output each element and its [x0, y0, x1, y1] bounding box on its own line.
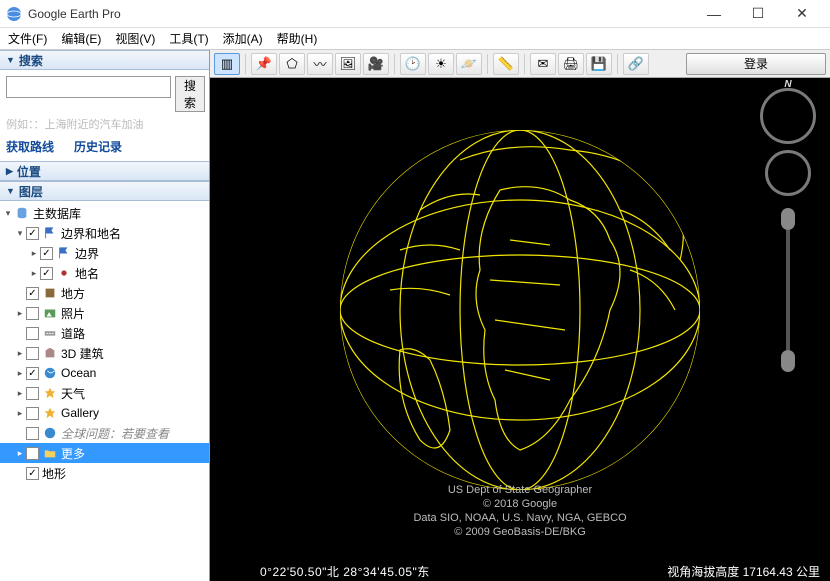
layer-weather[interactable]: 天气 [0, 383, 209, 403]
navigation-controls: N [760, 88, 816, 372]
get-directions-link[interactable]: 获取路线 [6, 138, 54, 155]
checkbox[interactable] [26, 447, 39, 460]
close-button[interactable]: ✕ [780, 0, 824, 28]
layer-3d-buildings[interactable]: 3D 建筑 [0, 343, 209, 363]
globe [310, 100, 730, 520]
zoom-slider[interactable] [786, 230, 790, 350]
sidebar: ▼搜索 搜索 例如：：上海附近的汽车加油 获取路线 历史记录 ▶位置 ▼图层 主… [0, 50, 210, 581]
layer-photos[interactable]: 照片 [0, 303, 209, 323]
flag-icon [56, 245, 72, 261]
menu-tools[interactable]: 工具(T) [169, 30, 208, 47]
search-panel-header[interactable]: ▼搜索 [0, 50, 209, 70]
globe-icon [42, 425, 58, 441]
flag-icon [42, 225, 58, 241]
toolbar: ▥ 📌 ⬠ 〰 🖼 🎥 🕑 ☀ 🪐 📏 ✉ 🖨 💾 🔗 登录 [210, 50, 830, 78]
status-bar: 0°22'50.50"北 28°34'45.05"东 视角海拔高度 17164.… [210, 561, 830, 581]
menu-view[interactable]: 视图(V) [115, 30, 155, 47]
record-tour-button[interactable]: 🎥 [363, 53, 389, 75]
ruler-button[interactable]: 📏 [493, 53, 519, 75]
polygon-button[interactable]: ⬠ [279, 53, 305, 75]
path-button[interactable]: 〰 [307, 53, 333, 75]
search-panel-body: 搜索 例如：：上海附近的汽车加油 获取路线 历史记录 [0, 70, 209, 161]
maximize-button[interactable]: ☐ [736, 0, 780, 28]
history-link[interactable]: 历史记录 [74, 138, 122, 155]
layer-roads[interactable]: 道路 [0, 323, 209, 343]
print-button[interactable]: 🖨 [558, 53, 584, 75]
checkbox[interactable] [26, 467, 39, 480]
placemark-button[interactable]: 📌 [251, 53, 277, 75]
status-elevation: 视角海拔高度 17164.43 公里 [667, 563, 820, 580]
app-logo-icon [6, 6, 22, 22]
menu-file[interactable]: 文件(F) [8, 30, 47, 47]
view-in-maps-button[interactable]: 🔗 [623, 53, 649, 75]
layer-terrain[interactable]: 地形 [0, 463, 209, 483]
layer-borders-labels[interactable]: 边界和地名 [0, 223, 209, 243]
places-panel-title: 位置 [17, 163, 41, 180]
checkbox[interactable] [26, 227, 39, 240]
sunlight-button[interactable]: ☀ [428, 53, 454, 75]
places-panel-header[interactable]: ▶位置 [0, 161, 209, 181]
menubar: 文件(F) 编辑(E) 视图(V) 工具(T) 添加(A) 帮助(H) [0, 28, 830, 50]
layer-more[interactable]: 更多 [0, 443, 209, 463]
layer-root[interactable]: 主数据库 [0, 203, 209, 223]
layers-tree: 主数据库 边界和地名 边界 地名 地方 [0, 201, 209, 581]
star-icon [42, 405, 58, 421]
checkbox[interactable] [26, 367, 39, 380]
save-image-button[interactable]: 💾 [586, 53, 612, 75]
star-icon [42, 385, 58, 401]
database-icon [14, 205, 30, 221]
menu-add[interactable]: 添加(A) [223, 30, 263, 47]
search-button[interactable]: 搜索 [175, 76, 205, 112]
zoom-in-button[interactable] [781, 208, 795, 230]
checkbox[interactable] [26, 327, 39, 340]
folder-icon [42, 445, 58, 461]
image-overlay-button[interactable]: 🖼 [335, 53, 361, 75]
checkbox[interactable] [26, 407, 39, 420]
checkbox[interactable] [26, 287, 39, 300]
layers-panel-header[interactable]: ▼图层 [0, 181, 209, 201]
dot-icon [56, 265, 72, 281]
checkbox[interactable] [26, 427, 39, 440]
search-input[interactable] [6, 76, 171, 98]
photo-icon [42, 305, 58, 321]
layers-panel-title: 图层 [19, 183, 43, 200]
planet-button[interactable]: 🪐 [456, 53, 482, 75]
zoom-out-button[interactable] [781, 350, 795, 372]
search-hint: 例如：：上海附近的汽车加油 [6, 116, 203, 132]
north-icon: N [784, 79, 791, 90]
titlebar: Google Earth Pro — ☐ ✕ [0, 0, 830, 28]
layer-labels[interactable]: 地名 [0, 263, 209, 283]
globe-icon [42, 365, 58, 381]
layer-ocean[interactable]: Ocean [0, 363, 209, 383]
attribution: US Dept of State Geographer © 2018 Googl… [413, 483, 626, 539]
layer-borders[interactable]: 边界 [0, 243, 209, 263]
building-icon [42, 345, 58, 361]
checkbox[interactable] [40, 267, 53, 280]
checkbox[interactable] [26, 387, 39, 400]
status-coords: 0°22'50.50"北 28°34'45.05"东 [260, 563, 430, 580]
layer-gallery[interactable]: Gallery [0, 403, 209, 423]
layer-places[interactable]: 地方 [0, 283, 209, 303]
hide-sidebar-button[interactable]: ▥ [214, 53, 240, 75]
move-ring[interactable] [765, 150, 811, 196]
minimize-button[interactable]: — [692, 0, 736, 28]
menu-help[interactable]: 帮助(H) [277, 30, 318, 47]
checkbox[interactable] [26, 347, 39, 360]
menu-edit[interactable]: 编辑(E) [61, 30, 101, 47]
email-button[interactable]: ✉ [530, 53, 556, 75]
search-panel-title: 搜索 [19, 52, 43, 69]
app-title: Google Earth Pro [28, 7, 692, 21]
checkbox[interactable] [26, 307, 39, 320]
road-icon [42, 325, 58, 341]
layer-global-awareness[interactable]: 全球问题：若要查看 [0, 423, 209, 443]
look-ring[interactable]: N [760, 88, 816, 144]
login-button[interactable]: 登录 [686, 53, 826, 75]
viewport[interactable]: ▥ 📌 ⬠ 〰 🖼 🎥 🕑 ☀ 🪐 📏 ✉ 🖨 💾 🔗 登录 [210, 50, 830, 581]
history-button[interactable]: 🕑 [400, 53, 426, 75]
checkbox[interactable] [40, 247, 53, 260]
square-icon [42, 285, 58, 301]
